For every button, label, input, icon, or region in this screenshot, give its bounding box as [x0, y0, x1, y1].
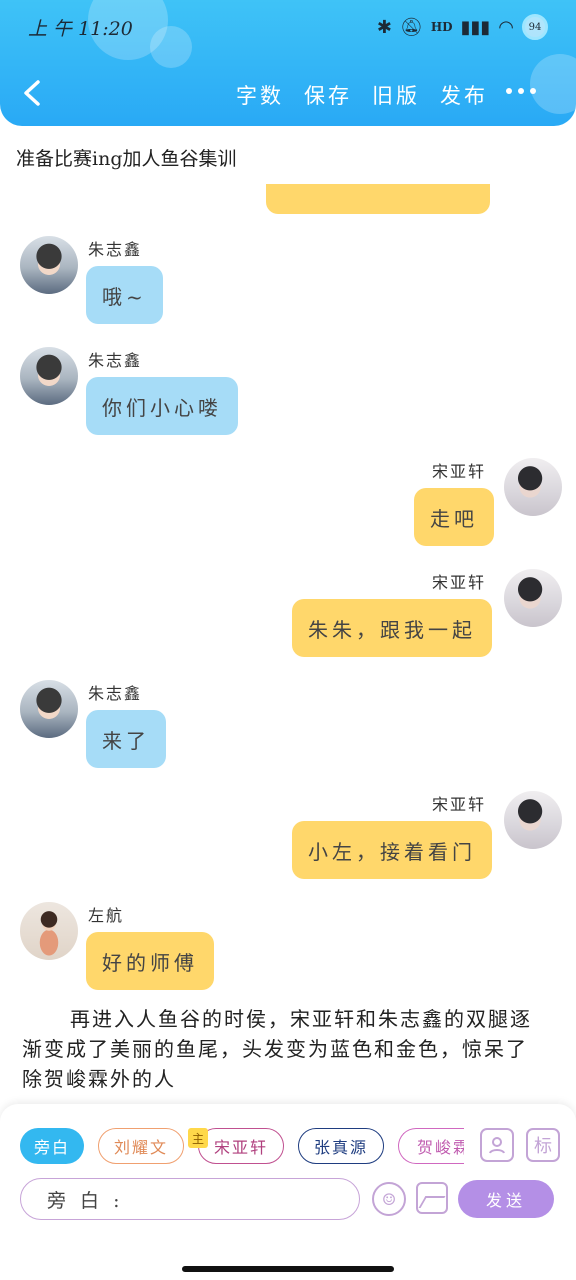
decorative-bubble — [530, 54, 576, 114]
sender-name: 朱志鑫 — [88, 240, 143, 259]
sender-name: 宋亚轩 — [432, 462, 487, 481]
word-count-button[interactable]: 字数 — [236, 80, 284, 110]
chat-bubble[interactable]: 走吧 — [414, 488, 494, 546]
chat-bubble[interactable]: 小左，接着看门 — [292, 821, 492, 879]
bluetooth-icon: ✱ — [376, 16, 392, 38]
wifi-icon: ◠ — [498, 16, 514, 38]
status-time: 上 午 11:20 — [28, 18, 133, 40]
sender-name: 宋亚轩 — [432, 573, 487, 592]
home-indicator[interactable] — [182, 1266, 394, 1272]
role-chip-song[interactable]: 宋亚轩 — [198, 1128, 284, 1164]
top-header: 上 午 11:20 ✱ 🔕︎ HD ▮▮▮ ◠ 94 字数 保存 旧版 发布 — [0, 0, 576, 126]
chat-bubble[interactable]: 朱朱，跟我一起 — [292, 599, 492, 657]
message-input[interactable]: 旁 白 : — [20, 1178, 360, 1220]
chapter-title: 准备比赛ing加人鱼谷集训 — [16, 148, 237, 170]
role-manage-icon[interactable] — [480, 1128, 514, 1162]
role-chip-zhang[interactable]: 张真源 — [298, 1128, 384, 1164]
header-actions: 字数 保存 旧版 发布 — [236, 80, 488, 110]
more-options-icon[interactable] — [506, 88, 536, 94]
signal-icon: HD — [430, 20, 453, 34]
old-version-button[interactable]: 旧版 — [372, 80, 420, 110]
battery-icon: 94 — [522, 14, 548, 40]
chat-bubble[interactable]: 来了 — [86, 710, 166, 768]
status-icons: ✱ 🔕︎ HD ▮▮▮ ◠ 94 — [377, 14, 548, 40]
role-chip-liu[interactable]: 刘耀文 — [98, 1128, 184, 1164]
sender-name: 朱志鑫 — [88, 351, 143, 370]
decorative-bubble — [150, 26, 192, 68]
mute-bell-icon: 🔕︎ — [399, 16, 423, 38]
chat-bubble[interactable]: 哦~ — [86, 266, 163, 324]
avatar[interactable] — [504, 458, 562, 516]
chat-bubble-partial — [266, 184, 490, 214]
send-button[interactable]: 发送 — [458, 1180, 554, 1218]
tag-icon[interactable]: 标 — [526, 1128, 560, 1162]
sender-name: 宋亚轩 — [432, 795, 487, 814]
main-role-tag: 主 — [188, 1128, 208, 1148]
emoji-icon[interactable]: ☺ — [372, 1182, 406, 1216]
image-icon[interactable] — [416, 1182, 448, 1214]
avatar[interactable] — [504, 791, 562, 849]
avatar[interactable] — [20, 347, 78, 405]
chat-bubble[interactable]: 你们小心喽 — [86, 377, 238, 435]
avatar[interactable] — [20, 236, 78, 294]
chat-bubble[interactable]: 好的师傅 — [86, 932, 214, 990]
role-chip-he[interactable]: 贺峻霖 — [398, 1128, 464, 1164]
sender-name: 朱志鑫 — [88, 684, 143, 703]
publish-button[interactable]: 发布 — [440, 80, 488, 110]
avatar[interactable] — [20, 902, 78, 960]
avatar[interactable] — [20, 680, 78, 738]
save-button[interactable]: 保存 — [304, 80, 352, 110]
sender-name: 左航 — [88, 906, 125, 925]
signal-bars-icon: ▮▮▮ — [460, 16, 491, 38]
avatar[interactable] — [504, 569, 562, 627]
back-arrow-icon[interactable] — [18, 78, 46, 108]
role-chip-narrator[interactable]: 旁白 — [20, 1128, 84, 1164]
narration-text[interactable]: 再进入人鱼谷的时侯，宋亚轩和朱志鑫的双腿逐渐变成了美丽的鱼尾，头发变为蓝色和金色… — [22, 1004, 542, 1094]
